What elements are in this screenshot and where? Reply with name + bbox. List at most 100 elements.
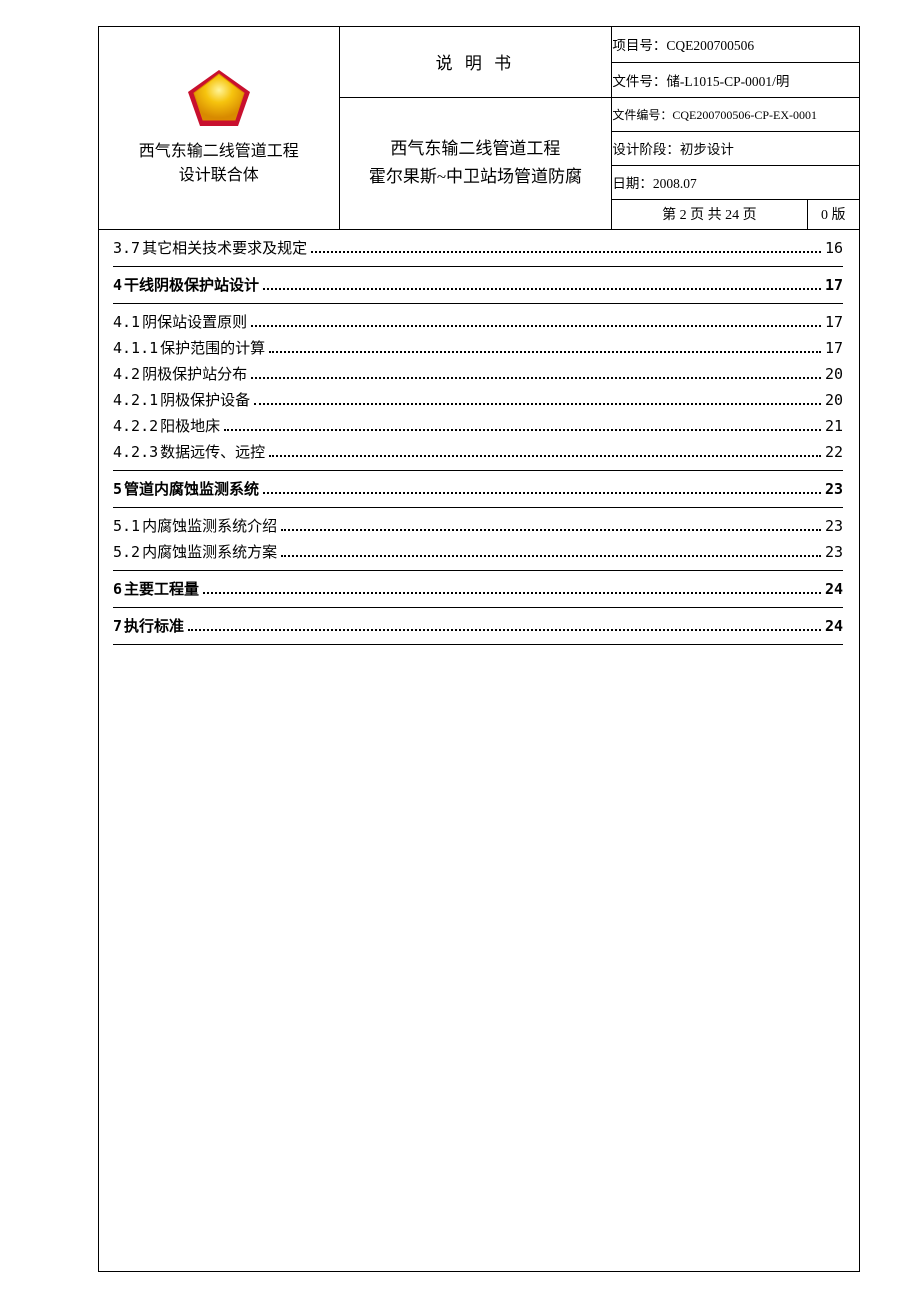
meta-label: 文件编号： <box>612 108 672 122</box>
toc-separator <box>113 644 843 645</box>
meta-value: 初步设计 <box>680 142 734 157</box>
toc-page: 23 <box>825 477 843 502</box>
toc-separator <box>113 570 843 571</box>
toc-separator <box>113 303 843 304</box>
toc-leader <box>281 555 821 557</box>
table-of-contents: 3.7 其它相关技术要求及规定164 干线阴极保护站设计174.1 阴保站设置原… <box>99 230 859 645</box>
toc-number: 4.2.2 <box>113 414 158 439</box>
toc-row: 4.2.2 阳极地床 21 <box>113 414 843 440</box>
meta-label: 项目号： <box>612 38 666 53</box>
meta-value: CQE200700506 <box>666 38 754 53</box>
toc-page: 17 <box>825 310 843 335</box>
toc-separator <box>113 470 843 471</box>
toc-row: 4.1 阴保站设置原则 17 <box>113 310 843 336</box>
toc-number: 4.1.1 <box>113 336 158 361</box>
org-name-line1: 西气东输二线管道工程 <box>139 140 299 164</box>
toc-number: 6 <box>113 577 122 602</box>
toc-row: 4.2.1 阴极保护设备 20 <box>113 388 843 414</box>
doc-type: 说 明 书 <box>339 27 612 97</box>
toc-page: 24 <box>825 577 843 602</box>
toc-number: 4.2 <box>113 362 140 387</box>
org-cell: 西气东输二线管道工程 设计联合体 <box>99 27 339 229</box>
toc-page: 22 <box>825 440 843 465</box>
pager: 第 2 页 共 24 页 <box>612 199 807 229</box>
toc-number: 4.1 <box>113 310 140 335</box>
toc-page: 23 <box>825 514 843 539</box>
toc-leader <box>251 377 821 379</box>
meta-project-no: 项目号：CQE200700506 <box>612 27 859 62</box>
toc-leader <box>311 251 821 253</box>
page-frame: 西气东输二线管道工程 设计联合体 说 明 书 项目号：CQE200700506 … <box>98 26 860 1272</box>
meta-value: 储-L1015-CP-0001/明 <box>666 74 789 89</box>
toc-leader <box>203 592 821 594</box>
toc-number: 7 <box>113 614 122 639</box>
toc-title: 管道内腐蚀监测系统 <box>124 478 259 503</box>
toc-page: 17 <box>825 273 843 298</box>
toc-row: 4.2 阴极保护站分布 20 <box>113 362 843 388</box>
toc-page: 20 <box>825 362 843 387</box>
toc-page: 21 <box>825 414 843 439</box>
doc-title-line1: 西气东输二线管道工程 <box>340 135 612 163</box>
toc-separator <box>113 507 843 508</box>
toc-title: 其它相关技术要求及规定 <box>142 237 307 262</box>
doc-title: 西气东输二线管道工程 霍尔果斯~中卫站场管道防腐 <box>339 97 612 229</box>
toc-row: 6 主要工程量 24 <box>113 577 843 603</box>
toc-page: 24 <box>825 614 843 639</box>
toc-page: 16 <box>825 236 843 261</box>
toc-row: 4.2.3 数据远传、远控22 <box>113 440 843 466</box>
cnpc-logo-icon <box>180 68 258 130</box>
toc-leader <box>281 529 821 531</box>
toc-row: 3.7 其它相关技术要求及规定 16 <box>113 236 843 262</box>
toc-leader <box>263 288 821 290</box>
toc-title: 内腐蚀监测系统方案 <box>142 541 277 566</box>
toc-number: 3.7 <box>113 236 140 261</box>
toc-leader <box>188 629 821 631</box>
toc-row: 4.1.1 保护范围的计算 17 <box>113 336 843 362</box>
page: 西气东输二线管道工程 设计联合体 说 明 书 项目号：CQE200700506 … <box>0 0 920 1302</box>
toc-leader <box>251 325 821 327</box>
toc-leader <box>224 429 821 431</box>
meta-phase: 设计阶段：初步设计 <box>612 131 859 165</box>
toc-page: 20 <box>825 388 843 413</box>
toc-row: 5.1 内腐蚀监测系统介绍 23 <box>113 514 843 540</box>
org-block: 西气东输二线管道工程 设计联合体 <box>99 27 339 229</box>
meta-label: 日期： <box>612 176 653 191</box>
toc-number: 4 <box>113 273 122 298</box>
toc-title: 干线阴极保护站设计 <box>124 274 259 299</box>
toc-number: 4.2.1 <box>113 388 158 413</box>
toc-row: 4 干线阴极保护站设计 17 <box>113 273 843 299</box>
toc-leader <box>269 351 821 353</box>
toc-title: 阴保站设置原则 <box>142 311 247 336</box>
toc-page: 23 <box>825 540 843 565</box>
toc-title: 执行标准 <box>124 615 184 640</box>
toc-leader <box>263 492 821 494</box>
toc-number: 5 <box>113 477 122 502</box>
toc-title: 阴极保护站分布 <box>142 363 247 388</box>
meta-label: 文件号： <box>612 74 666 89</box>
header-table: 西气东输二线管道工程 设计联合体 说 明 书 项目号：CQE200700506 … <box>99 27 859 230</box>
toc-title: 阳极地床 <box>160 415 220 440</box>
toc-row: 5.2 内腐蚀监测系统方案 23 <box>113 540 843 566</box>
toc-leader <box>269 455 821 457</box>
toc-title: 阴极保护设备 <box>160 389 250 414</box>
doc-title-line2: 霍尔果斯~中卫站场管道防腐 <box>340 163 612 191</box>
meta-date: 日期：2008.07 <box>612 165 859 199</box>
meta-file-no: 文件号：储-L1015-CP-0001/明 <box>612 62 859 97</box>
toc-title: 内腐蚀监测系统介绍 <box>142 515 277 540</box>
meta-value: 2008.07 <box>653 176 697 191</box>
toc-separator <box>113 607 843 608</box>
toc-separator <box>113 266 843 267</box>
toc-row: 7 执行标准 24 <box>113 614 843 640</box>
toc-page: 17 <box>825 336 843 361</box>
toc-row: 5 管道内腐蚀监测系统 23 <box>113 477 843 503</box>
toc-title: 数据远传、远控 <box>160 441 265 466</box>
toc-leader <box>254 403 821 405</box>
toc-title: 保护范围的计算 <box>160 337 265 362</box>
toc-title: 主要工程量 <box>124 578 199 603</box>
toc-number: 5.2 <box>113 540 140 565</box>
toc-number: 5.1 <box>113 514 140 539</box>
version: 0 版 <box>807 199 859 229</box>
meta-file-code: 文件编号：CQE200700506-CP-EX-0001 <box>612 97 859 131</box>
meta-value: CQE200700506-CP-EX-0001 <box>672 108 817 122</box>
org-name-line2: 设计联合体 <box>179 164 259 188</box>
